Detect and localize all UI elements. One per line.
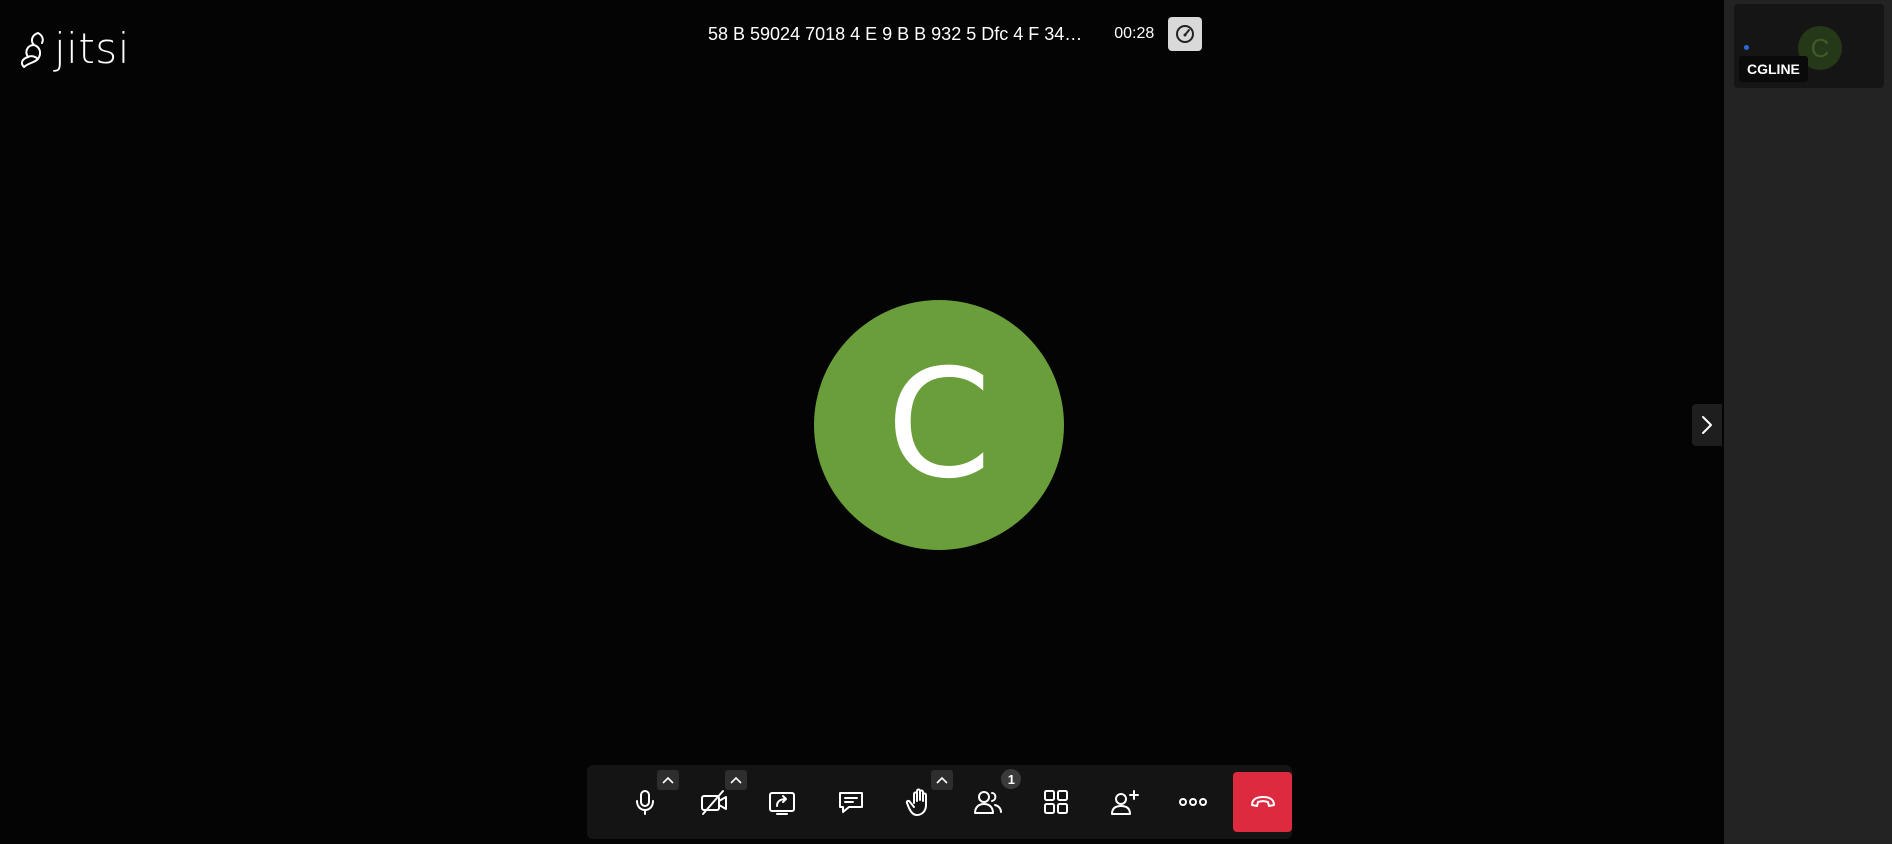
- participants-button[interactable]: 1: [953, 769, 1022, 832]
- participants-icon: [973, 791, 1002, 814]
- chat-icon: [838, 792, 863, 813]
- invite-button[interactable]: [1090, 772, 1158, 832]
- avatar-initial: C: [886, 338, 992, 512]
- raise-hand-button[interactable]: [885, 770, 953, 832]
- camera-off-icon: [700, 790, 727, 815]
- chevron-up-icon: [730, 776, 743, 784]
- more-actions-button[interactable]: [1159, 772, 1227, 832]
- main-stage: jitsi 58 B 59024 7018 4 E 9 B B 932 5 Df…: [0, 0, 1724, 844]
- reactions-options-button[interactable]: [930, 770, 953, 790]
- chat-button[interactable]: [816, 772, 884, 832]
- jitsi-logo-icon: [20, 32, 44, 68]
- chevron-up-icon: [662, 776, 674, 784]
- video-options-button[interactable]: [725, 770, 748, 790]
- toolbar: 1: [587, 765, 1293, 839]
- participant-thumbnail[interactable]: C CGLINE: [1734, 4, 1884, 88]
- microphone-button[interactable]: [611, 770, 679, 832]
- jitsi-logo[interactable]: jitsi: [18, 28, 130, 70]
- tile-view-icon: [1044, 790, 1069, 814]
- share-screen-icon: [769, 792, 796, 815]
- conference-info: 58 B 59024 7018 4 E 9 B B 932 5 Dfc 4 F …: [690, 14, 1203, 54]
- participants-count-badge: 1: [1001, 769, 1022, 789]
- meeting-timer: 00:28: [1114, 25, 1155, 42]
- participant-avatar: C: [814, 300, 1064, 550]
- invite-icon: [1110, 790, 1139, 815]
- hangup-icon: [1250, 796, 1275, 807]
- share-screen-button[interactable]: [748, 772, 816, 832]
- microphone-icon: [636, 790, 655, 815]
- connection-indicator-icon: [1744, 45, 1749, 50]
- hangup-button[interactable]: [1233, 772, 1293, 832]
- chevron-right-icon: [1702, 416, 1712, 434]
- more-icon: [1179, 798, 1208, 806]
- chevron-up-icon: [936, 776, 948, 784]
- connection-status-button[interactable]: [1168, 17, 1203, 51]
- participant-name: CGLINE: [1739, 56, 1808, 82]
- logo-text: jitsi: [54, 24, 130, 73]
- filmstrip: C CGLINE: [1724, 0, 1892, 844]
- meeting-subject: 58 B 59024 7018 4 E 9 B B 932 5 Dfc 4 F …: [690, 14, 1101, 54]
- filmstrip-toggle-button[interactable]: [1692, 404, 1722, 446]
- speedometer-icon: [1176, 25, 1195, 43]
- audio-options-button[interactable]: [657, 770, 679, 790]
- camera-button[interactable]: [679, 770, 748, 832]
- raise-hand-icon: [905, 788, 928, 816]
- tile-view-button[interactable]: [1022, 772, 1090, 832]
